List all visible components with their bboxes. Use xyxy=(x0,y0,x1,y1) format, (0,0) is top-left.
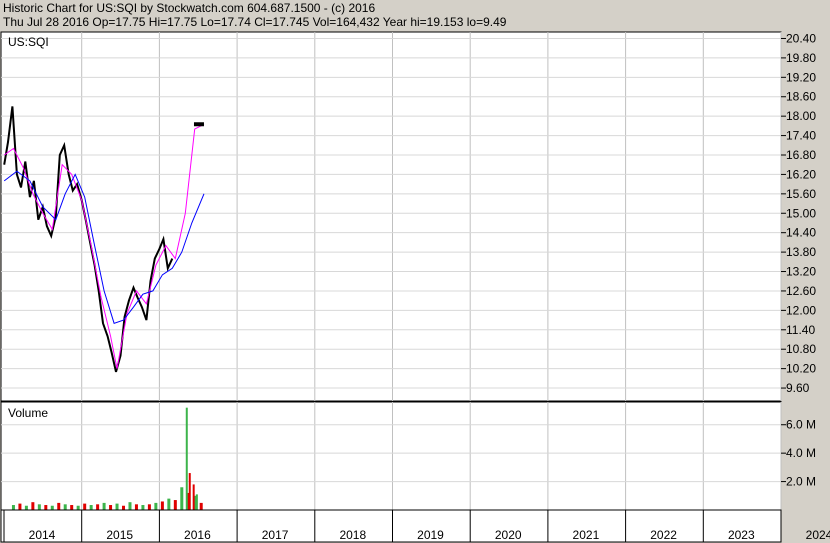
price-volume-chart: 20.40 19.80 19.20 18.60 18.00 17.40 16.80 16.20… xyxy=(0,31,830,543)
price-y-tick-label: 19.80 xyxy=(786,51,816,65)
volume-bar xyxy=(160,501,164,510)
price-y-tick-label: 13.80 xyxy=(786,245,816,259)
volume-spike-bar xyxy=(188,473,191,510)
volume-bar xyxy=(96,504,100,510)
price-y-tick-label: 17.40 xyxy=(786,129,816,143)
volume-bar xyxy=(141,505,145,510)
x-tick-label: 2019 xyxy=(417,528,444,542)
volume-panel xyxy=(0,401,782,511)
price-y-tick-label: 16.80 xyxy=(786,148,816,162)
x-tick-label: 2015 xyxy=(106,528,133,542)
volume-bar xyxy=(122,505,126,510)
x-tick-label: 2022 xyxy=(650,528,677,542)
price-y-tick-label: 14.40 xyxy=(786,226,816,240)
x-tick-label: 2021 xyxy=(573,528,600,542)
x-tick-label: 2017 xyxy=(262,528,289,542)
volume-bar xyxy=(199,502,203,510)
price-y-tick-label: 20.40 xyxy=(786,31,816,45)
volume-bar xyxy=(18,503,22,510)
volume-bar xyxy=(37,504,41,510)
price-y-tick-label: 11.40 xyxy=(786,323,815,337)
volume-panel-label: Volume xyxy=(8,406,48,420)
price-y-tick-label: 12.60 xyxy=(786,284,816,298)
price-y-tick-label: 18.00 xyxy=(786,109,816,123)
volume-bar xyxy=(63,504,67,510)
volume-bar xyxy=(89,505,93,510)
price-panel xyxy=(0,31,782,402)
volume-bar xyxy=(154,502,158,510)
volume-bar xyxy=(173,500,177,510)
x-tick-label: 2023 xyxy=(728,528,755,542)
price-y-tick-label: 13.20 xyxy=(786,265,816,279)
volume-y-tick-label: 2.0 M xyxy=(786,475,816,489)
price-y-tick-label: 10.80 xyxy=(786,342,816,356)
price-y-tick-label: 10.20 xyxy=(786,362,816,376)
price-axis: 20.40 19.80 19.20 18.60 18.00 17.40 16.80 16.20… xyxy=(781,31,816,395)
price-y-tick-label: 15.00 xyxy=(786,206,816,220)
x-tick-label: 2016 xyxy=(184,528,211,542)
volume-axis: 6.0 M 4.0 M 2.0 M xyxy=(781,418,816,489)
last-close-marker xyxy=(193,122,204,127)
volume-bar xyxy=(128,502,132,510)
volume-spike-bar xyxy=(192,484,195,510)
volume-bar xyxy=(147,504,151,510)
volume-bar xyxy=(57,502,61,510)
volume-bar xyxy=(109,505,113,510)
volume-bar xyxy=(70,505,74,510)
stockwatch-chart-window: Historic Chart for US:SQI by Stockwatch.… xyxy=(0,0,830,543)
volume-bar xyxy=(115,503,119,510)
x-tick-label: 2020 xyxy=(495,528,522,542)
price-y-tick-label: 15.60 xyxy=(786,187,816,201)
volume-y-tick-label: 4.0 M xyxy=(786,446,816,460)
price-y-tick-label: 9.60 xyxy=(786,381,810,395)
volume-bar xyxy=(31,502,35,510)
price-y-tick-label: 18.60 xyxy=(786,90,816,104)
volume-bar xyxy=(50,505,54,510)
volume-bar xyxy=(167,498,171,510)
volume-bar xyxy=(44,505,48,510)
volume-bar xyxy=(180,487,184,510)
x-tick-label: 2018 xyxy=(339,528,366,542)
volume-bar xyxy=(76,505,80,510)
x-tick-label: 2014 xyxy=(29,528,56,542)
volume-bar xyxy=(83,503,87,510)
volume-bar xyxy=(11,505,15,510)
volume-spike-bar xyxy=(185,407,188,510)
x-tick-label: 2024 xyxy=(806,528,830,542)
price-y-tick-label: 19.20 xyxy=(786,70,816,84)
volume-y-tick-label: 6.0 M xyxy=(786,418,816,432)
volume-bar xyxy=(24,505,28,510)
volume-bar xyxy=(102,502,106,510)
price-y-tick-label: 16.20 xyxy=(786,167,816,181)
volume-bar xyxy=(134,504,138,510)
volume-spike-bar xyxy=(195,494,198,510)
price-panel-label: US:SQI xyxy=(8,35,49,49)
price-y-tick-label: 12.00 xyxy=(786,303,816,317)
